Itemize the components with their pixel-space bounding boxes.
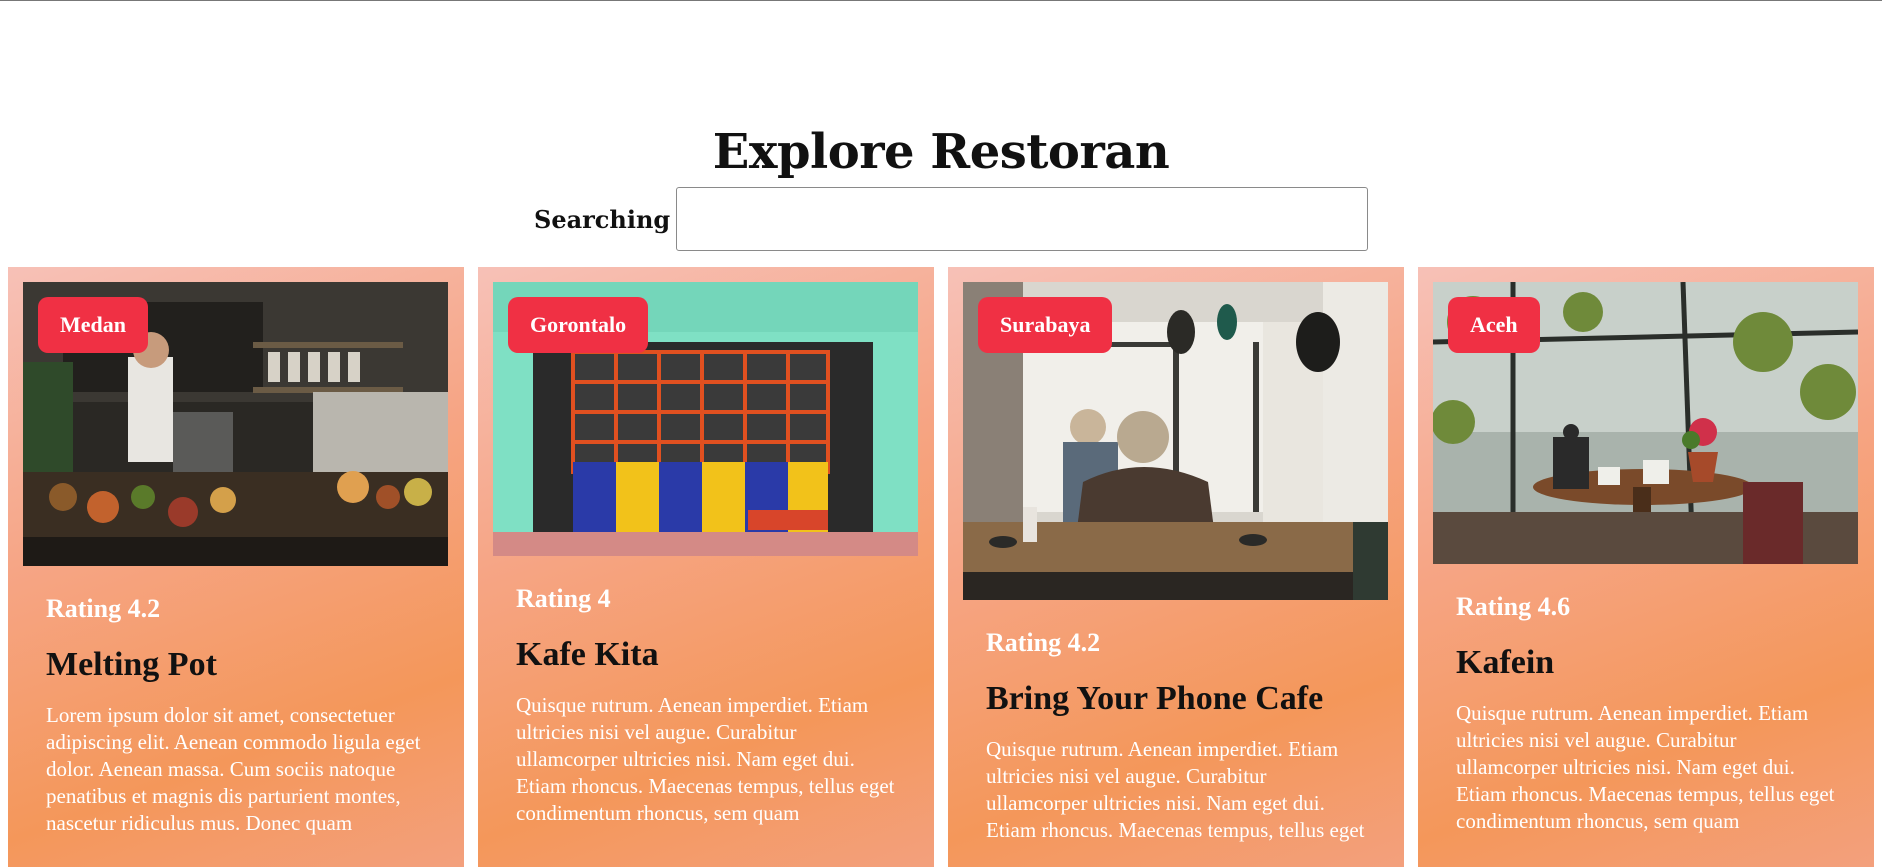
city-badge[interactable]: Surabaya (978, 297, 1113, 353)
restaurant-card[interactable]: Gorontalo Rating 4 Kafe Kita Quisque rut… (478, 267, 934, 867)
city-badge[interactable]: Medan (38, 297, 148, 353)
restaurant-description: Quisque rutrum. Aenean imperdiet. Etiam … (1456, 701, 1835, 833)
restaurant-photo: Surabaya (963, 282, 1388, 600)
restaurant-name[interactable]: Kafein (1456, 644, 1836, 682)
top-divider (0, 0, 1882, 1)
restaurant-description: Lorem ipsum dolor sit amet, consectetuer… (46, 703, 421, 835)
city-badge[interactable]: Gorontalo (508, 297, 649, 353)
restaurant-description: Quisque rutrum. Aenean imperdiet. Etiam … (516, 693, 895, 825)
page-title: Explore Restoran (712, 124, 1170, 180)
restaurant-card[interactable]: Medan Rating 4.2 Melting Pot Lorem ipsum… (8, 267, 464, 867)
restaurant-name[interactable]: Melting Pot (46, 646, 426, 684)
restaurant-photo: Gorontalo (493, 282, 918, 556)
restaurant-name[interactable]: Kafe Kita (516, 636, 896, 674)
rating-label: Rating 4 (516, 584, 611, 613)
city-badge[interactable]: Aceh (1448, 297, 1540, 353)
restaurant-card[interactable]: Surabaya Rating 4.2 Bring Your Phone Caf… (948, 267, 1404, 867)
restaurant-photo: Aceh (1433, 282, 1858, 564)
restaurant-description: Quisque rutrum. Aenean imperdiet. Etiam … (986, 737, 1365, 842)
restaurant-name[interactable]: Bring Your Phone Cafe (986, 680, 1366, 718)
search-input[interactable] (676, 187, 1369, 251)
search-bar: Searching (534, 185, 1369, 253)
search-label: Searching (534, 204, 671, 234)
rating-label: Rating 4.2 (986, 628, 1101, 657)
restaurant-card[interactable]: Aceh Rating 4.6 Kafein Quisque rutrum. A… (1418, 267, 1874, 867)
rating-label: Rating 4.2 (46, 594, 161, 623)
rating-label: Rating 4.6 (1456, 592, 1571, 621)
restaurant-photo: Medan (23, 282, 448, 566)
